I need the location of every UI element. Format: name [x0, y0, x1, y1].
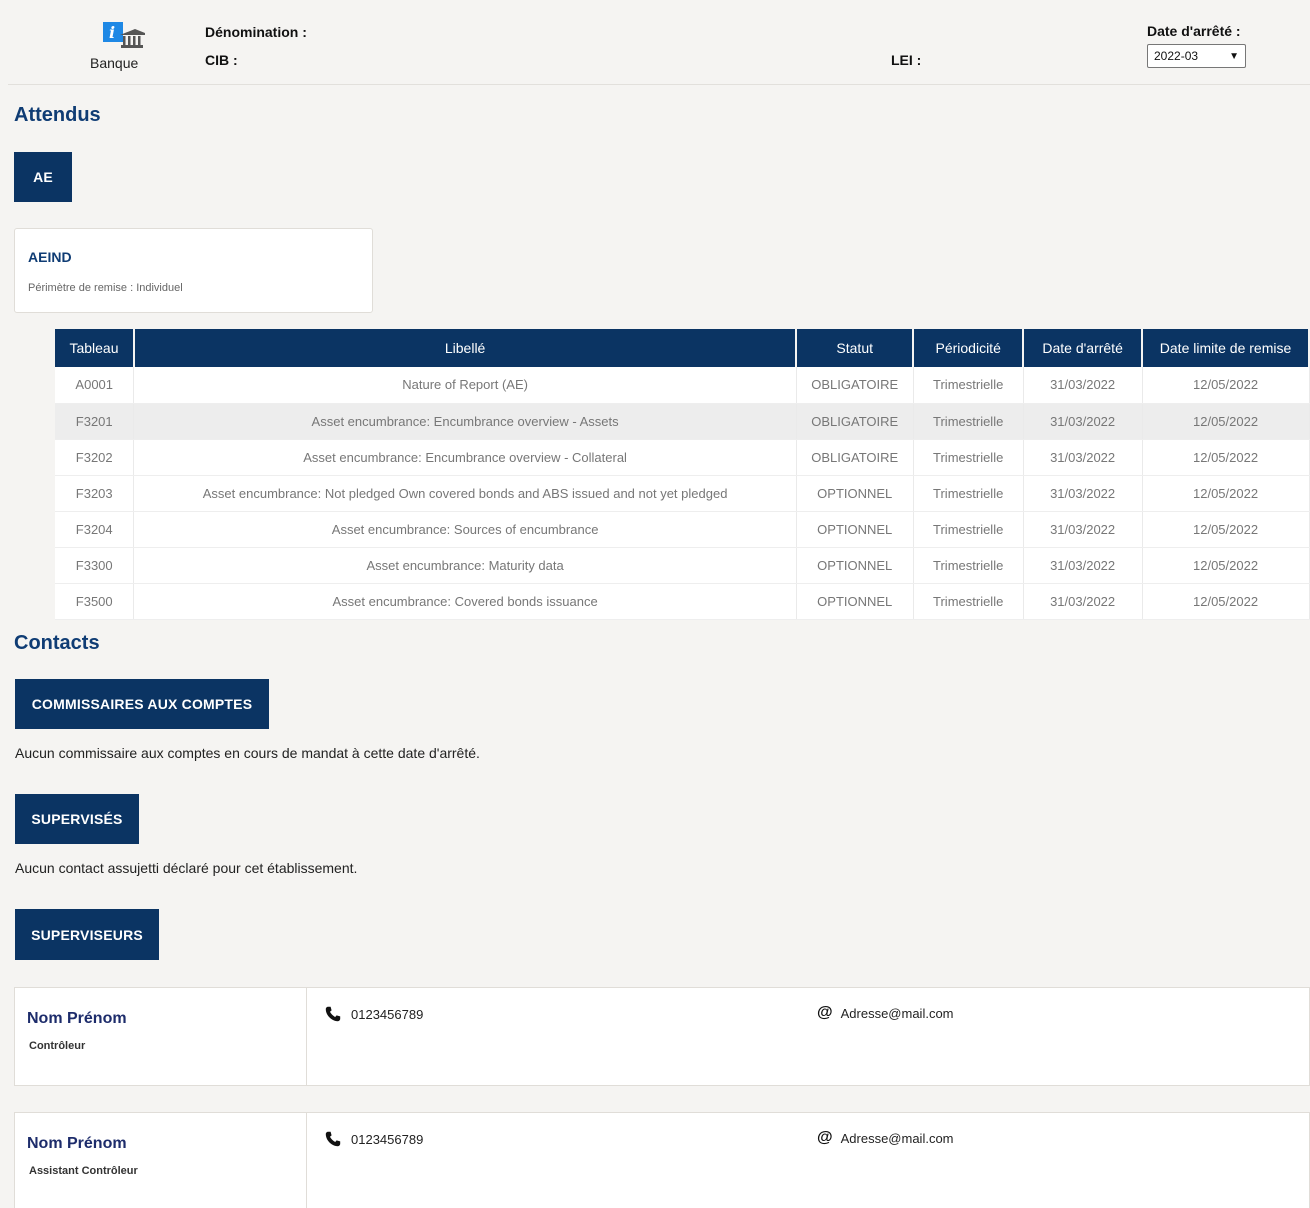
table-cell: A0001: [55, 367, 135, 404]
table-cell: 12/05/2022: [1142, 439, 1310, 476]
table-cell: F3300: [55, 547, 135, 584]
column-header[interactable]: Libellé: [133, 329, 798, 367]
denomination-label: Dénomination :: [205, 24, 307, 40]
contacts-title: Contacts: [14, 632, 100, 654]
table-cell: 12/05/2022: [1142, 583, 1310, 620]
table-cell: F3203: [55, 475, 135, 512]
attendus-title: Attendus: [14, 104, 101, 126]
table-cell: 31/03/2022: [1023, 475, 1143, 512]
bank-info-icon: i: [103, 22, 145, 48]
at-icon: @: [817, 1129, 833, 1146]
table-cell: Asset encumbrance: Encumbrance overview …: [133, 439, 797, 476]
column-header[interactable]: Date d'arrêté: [1023, 329, 1144, 367]
date-arrete-value: 2022-03: [1154, 49, 1199, 63]
svg-text:i: i: [109, 23, 115, 42]
phone-icon: [325, 1006, 341, 1022]
table-cell: Trimestrielle: [913, 583, 1024, 620]
contact-name: Nom Prénom: [27, 1135, 127, 1152]
table-cell: OPTIONNEL: [796, 547, 914, 584]
contact-phone[interactable]: 0123456789: [325, 1131, 423, 1147]
table-row[interactable]: F3201 Asset encumbrance: Encumbrance ove…: [55, 403, 1310, 440]
card-title: AEIND: [28, 249, 72, 265]
table-row[interactable]: F3202 Asset encumbrance: Encumbrance ove…: [55, 439, 1310, 476]
table-cell: Trimestrielle: [913, 367, 1024, 404]
table-cell: OPTIONNEL: [796, 475, 914, 512]
table-cell: Asset encumbrance: Encumbrance overview …: [133, 403, 797, 440]
table-cell: 12/05/2022: [1142, 547, 1310, 584]
table-cell: Trimestrielle: [913, 475, 1024, 512]
table-row[interactable]: F3500 Asset encumbrance: Covered bonds i…: [55, 583, 1310, 620]
table-cell: 31/03/2022: [1023, 403, 1143, 440]
supervises-button[interactable]: SUPERVISÉS: [15, 794, 139, 844]
table-cell: Trimestrielle: [913, 547, 1024, 584]
table-cell: 31/03/2022: [1023, 547, 1143, 584]
date-arrete-label: Date d'arrêté :: [1147, 23, 1241, 39]
column-header[interactable]: Périodicité: [913, 329, 1025, 367]
contact-role: Assistant Contrôleur: [29, 1165, 138, 1177]
contact-role: Contrôleur: [29, 1040, 86, 1052]
table-row[interactable]: F3203 Asset encumbrance: Not pledged Own…: [55, 475, 1310, 512]
contact-email[interactable]: @ Adresse@mail.com: [817, 1004, 954, 1022]
table-cell: Asset encumbrance: Covered bonds issuanc…: [133, 583, 797, 620]
table-cell: OBLIGATOIRE: [796, 439, 914, 476]
phone-number: 0123456789: [351, 1006, 424, 1022]
table-cell: OPTIONNEL: [796, 583, 914, 620]
tab-ae[interactable]: AE: [14, 152, 72, 202]
table-cell: Trimestrielle: [913, 439, 1024, 476]
table-row[interactable]: F3300 Asset encumbrance: Maturity data O…: [55, 547, 1310, 584]
commissaires-message: Aucun commissaire aux comptes en cours d…: [15, 745, 480, 761]
contact-name: Nom Prénom: [27, 1010, 127, 1027]
contact-identity: Nom Prénom Assistant Contrôleur: [15, 1113, 307, 1208]
reports-table: Tableau Libellé Statut Périodicité Date …: [55, 329, 1310, 620]
contact-email[interactable]: @ Adresse@mail.com: [817, 1129, 954, 1147]
commissaires-button[interactable]: COMMISSAIRES AUX COMPTES: [15, 679, 269, 729]
bank-label: Banque: [90, 55, 139, 71]
column-header[interactable]: Statut: [796, 329, 915, 367]
table-cell: 31/03/2022: [1023, 367, 1143, 404]
contact-card: Nom Prénom Contrôleur 0123456789 @ Adres…: [14, 987, 1310, 1086]
table-cell: 12/05/2022: [1142, 403, 1310, 440]
table-cell: Asset encumbrance: Sources of encumbranc…: [133, 511, 797, 548]
column-header[interactable]: Tableau: [55, 329, 135, 367]
table-cell: Trimestrielle: [913, 403, 1024, 440]
superviseurs-button[interactable]: SUPERVISEURS: [15, 909, 159, 960]
aeind-card[interactable]: AEIND Périmètre de remise : Individuel: [14, 228, 373, 313]
column-header[interactable]: Date limite de remise: [1142, 329, 1310, 367]
table-row[interactable]: A0001 Nature of Report (AE) OBLIGATOIRE …: [55, 367, 1310, 404]
lei-label: LEI :: [891, 52, 922, 68]
email-address: Adresse@mail.com: [840, 1130, 954, 1146]
cib-label: CIB :: [205, 52, 238, 68]
table-cell: 31/03/2022: [1023, 511, 1143, 548]
table-cell: 12/05/2022: [1142, 367, 1310, 404]
contact-identity: Nom Prénom Contrôleur: [15, 988, 307, 1085]
table-cell: F3204: [55, 511, 135, 548]
table-cell: 12/05/2022: [1142, 475, 1310, 512]
table-cell: Nature of Report (AE): [133, 367, 797, 404]
table-cell: F3500: [55, 583, 135, 620]
date-arrete-select[interactable]: 2022-03 ▼: [1147, 44, 1246, 68]
card-subtitle: Périmètre de remise : Individuel: [28, 282, 183, 294]
contact-phone[interactable]: 0123456789: [325, 1006, 423, 1022]
at-icon: @: [817, 1004, 833, 1021]
table-cell: Asset encumbrance: Not pledged Own cover…: [133, 475, 797, 512]
phone-number: 0123456789: [351, 1131, 424, 1147]
email-address: Adresse@mail.com: [840, 1005, 954, 1021]
table-cell: OBLIGATOIRE: [796, 403, 914, 440]
table-cell: 31/03/2022: [1023, 583, 1143, 620]
table-cell: OBLIGATOIRE: [796, 367, 914, 404]
header-bar: i Banque Dénomination : CIB : LEI : Date…: [8, 8, 1310, 85]
table-cell: Asset encumbrance: Maturity data: [133, 547, 797, 584]
table-cell: F3202: [55, 439, 135, 476]
table-header-row: Tableau Libellé Statut Périodicité Date …: [55, 329, 1310, 367]
table-cell: 31/03/2022: [1023, 439, 1143, 476]
table-cell: OPTIONNEL: [796, 511, 914, 548]
table-cell: 12/05/2022: [1142, 511, 1310, 548]
table-cell: F3201: [55, 403, 135, 440]
supervises-message: Aucun contact assujetti déclaré pour cet…: [15, 860, 358, 876]
chevron-down-icon: ▼: [1229, 50, 1239, 62]
table-cell: Trimestrielle: [913, 511, 1024, 548]
contact-card: Nom Prénom Assistant Contrôleur 01234567…: [14, 1112, 1310, 1208]
table-row[interactable]: F3204 Asset encumbrance: Sources of encu…: [55, 511, 1310, 548]
phone-icon: [325, 1131, 341, 1147]
